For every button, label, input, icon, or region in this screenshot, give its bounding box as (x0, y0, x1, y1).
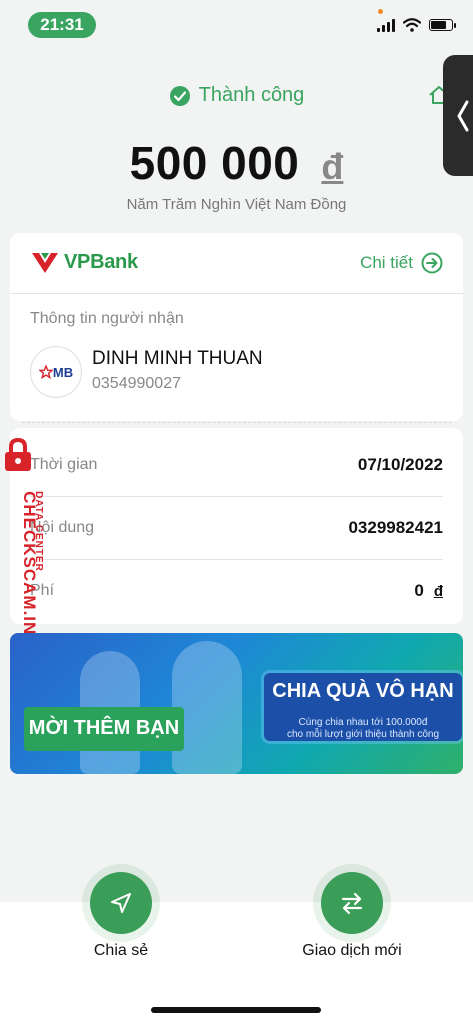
banner-subtext-1: Cùng chia nhau tới 100.000đ (298, 717, 428, 728)
banner-subtext-2: cho mỗi lượt giới thiệu thành công (286, 729, 440, 740)
share-label[interactable]: Chia sẻ (60, 942, 182, 960)
share-button[interactable] (90, 872, 152, 934)
recipient-name: DINH MINH THUAN (92, 348, 263, 369)
detail-link[interactable]: Chi tiết (360, 252, 443, 274)
promo-banner[interactable]: MỜI THÊM BẠN CHIA QUÀ VÔ HẠN Cùng chia n… (10, 633, 463, 774)
currency-symbol: đ (321, 146, 344, 187)
new-transaction-button[interactable] (321, 872, 383, 934)
send-icon (111, 893, 131, 913)
dashed-divider (22, 422, 452, 423)
vpbank-logo: VPBank (30, 249, 138, 275)
status-time: 21:31 (28, 12, 96, 38)
fee-amount: 0 (414, 581, 424, 600)
transaction-details-card: Thời gian 07/10/2022 Nội dung 0329982421… (10, 428, 463, 624)
success-text: Thành công (198, 84, 305, 106)
amount-in-words: Năm Trăm Nghìn Việt Nam Đồng (126, 196, 347, 213)
vpbank-emblem-icon (32, 253, 58, 273)
recipient-section-label: Thông tin người nhận (30, 310, 184, 327)
swap-icon (341, 892, 363, 915)
chevron-left-icon (457, 100, 469, 131)
bank-header: VPBank Chi tiết (10, 233, 463, 294)
arrow-right-circle-icon (421, 252, 443, 274)
bottom-action-bar (0, 902, 473, 1024)
detail-row-content: Nội dung 0329982421 (30, 497, 443, 560)
recipient-card: VPBank Chi tiết Thông tin người nhận MB … (10, 233, 463, 421)
status-icons (377, 18, 456, 32)
detail-label: Chi tiết (360, 253, 413, 272)
fee-value: 0 đ (414, 581, 443, 601)
wifi-icon (403, 18, 421, 32)
detail-row-time: Thời gian 07/10/2022 (30, 434, 443, 497)
detail-label: Thời gian (30, 456, 98, 473)
bank-name: VPBank (64, 250, 138, 273)
success-status: Thành công (0, 84, 473, 107)
lock-icon (5, 437, 31, 471)
detail-value: 0329982421 (348, 518, 443, 537)
privacy-indicator-dot (378, 9, 383, 14)
fee-currency: đ (433, 583, 443, 600)
check-circle-icon (169, 85, 190, 106)
amount-row: 500 000 đ (0, 136, 473, 190)
recipient-bank-code: MB (52, 364, 74, 380)
amount-value: 500 000 (129, 137, 300, 189)
detail-value: 07/10/2022 (357, 455, 443, 474)
cellular-signal-icon (377, 18, 395, 32)
home-indicator[interactable] (151, 1007, 321, 1013)
banner-heading: CHIA QUÀ VÔ HẠN (272, 680, 454, 702)
banner-left-text: MỜI THÊM BẠN (28, 717, 180, 739)
detail-row-fee: Phí 0 đ (30, 560, 443, 622)
battery-icon (429, 19, 456, 31)
new-transaction-label[interactable]: Giao dịch mới (282, 942, 422, 960)
recipient-account: 0354990027 (92, 375, 181, 392)
mb-star-icon (38, 365, 53, 379)
recipient-bank-logo: MB (30, 346, 82, 398)
